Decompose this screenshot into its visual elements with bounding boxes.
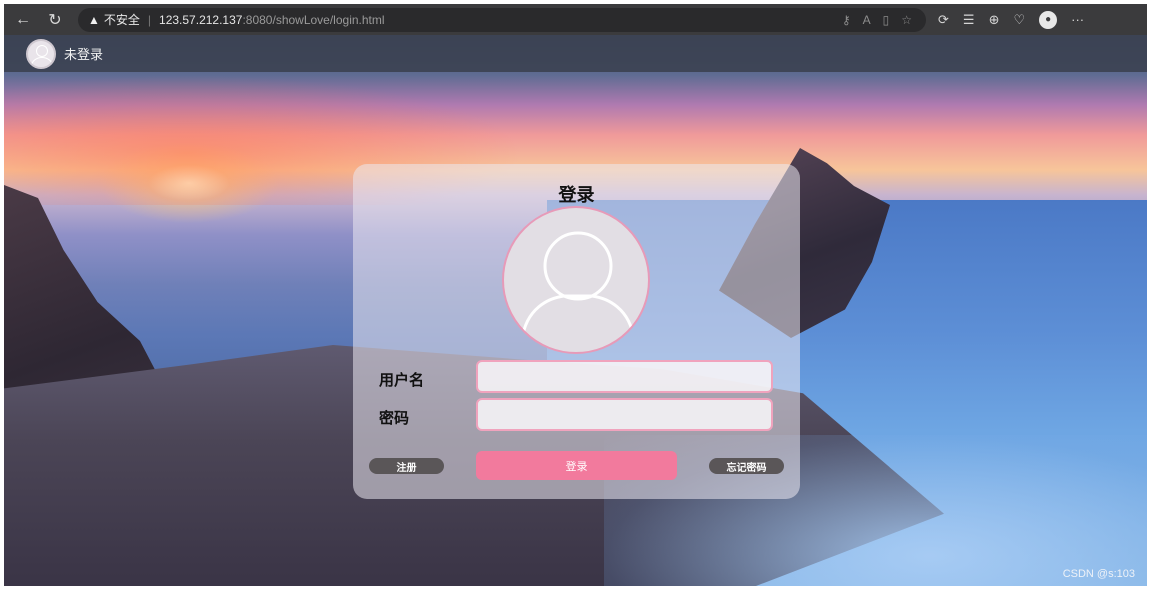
health-icon[interactable]: ♡ bbox=[1013, 12, 1025, 28]
login-button[interactable]: 登录 bbox=[476, 451, 677, 480]
security-label: 不安全 bbox=[103, 13, 140, 27]
back-button[interactable]: ← bbox=[10, 7, 36, 33]
username-label: 用户名 bbox=[379, 372, 425, 389]
star-icon[interactable]: ☆ bbox=[901, 13, 912, 27]
login-card: 登录 用户名 密码 注册 登录 忘记密码 bbox=[353, 164, 800, 499]
password-label: 密码 bbox=[379, 410, 410, 427]
user-bar: 未登录 bbox=[4, 35, 1147, 72]
register-button[interactable]: 注册 bbox=[369, 458, 444, 474]
address-separator: | bbox=[147, 12, 152, 27]
more-icon[interactable]: ··· bbox=[1071, 12, 1084, 27]
page-background: 未登录 登录 用户名 密码 注册 登录 忘记密码 CSDN @s:103 bbox=[4, 35, 1147, 586]
reader-view-icon[interactable]: ▯ bbox=[883, 13, 890, 27]
url-path: :8080/showLove/login.html bbox=[242, 12, 385, 27]
profile-icon[interactable]: ● bbox=[1039, 10, 1058, 29]
favorites-icon[interactable]: ☰ bbox=[963, 12, 975, 28]
login-title: 登录 bbox=[558, 185, 595, 205]
password-input[interactable] bbox=[476, 398, 773, 431]
collections-icon[interactable]: ⊕ bbox=[989, 12, 1000, 28]
avatar-placeholder-icon bbox=[502, 206, 650, 354]
warning-icon: ▲ bbox=[88, 12, 100, 27]
read-aloud-icon[interactable]: A bbox=[863, 13, 871, 27]
address-bar[interactable]: ▲ 不安全 | 123.57.212.137:8080/showLove/log… bbox=[78, 7, 926, 32]
refresh-button[interactable]: ↻ bbox=[42, 7, 68, 33]
extensions-icon[interactable]: ⟳ bbox=[938, 12, 949, 28]
watermark: CSDN @s:103 bbox=[1062, 568, 1135, 580]
forgot-password-button[interactable]: 忘记密码 bbox=[709, 458, 784, 474]
url-host: 123.57.212.137 bbox=[159, 12, 243, 27]
browser-toolbar: ← ↻ ▲ 不安全 | 123.57.212.137:8080/showLove… bbox=[4, 4, 1147, 35]
key-icon[interactable]: ⚷ bbox=[842, 13, 851, 27]
login-status: 未登录 bbox=[64, 47, 104, 62]
username-input[interactable] bbox=[476, 360, 773, 393]
user-avatar-icon[interactable] bbox=[26, 38, 56, 69]
